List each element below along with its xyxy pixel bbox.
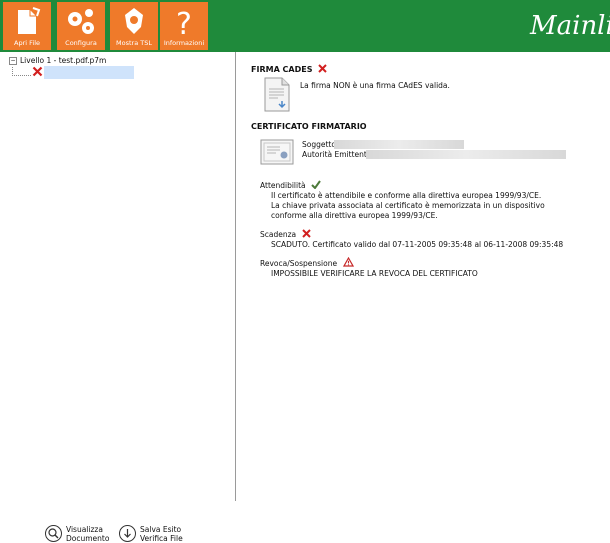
certificate-heading: CERTIFICATO FIRMATARIO (251, 122, 367, 131)
svg-text:?: ? (176, 7, 192, 38)
signature-heading-text: FIRMA CADES (251, 65, 313, 74)
redacted-selection (44, 66, 134, 79)
tree-root-label: Livello 1 - test.pdf.p7m (20, 56, 107, 65)
view-document-line2: Documento (66, 534, 110, 543)
checkmark-icon (311, 180, 321, 190)
tree-child-node[interactable] (32, 66, 43, 79)
save-result-line2: Verifica File (140, 534, 183, 543)
signature-message: La firma NON è una firma CAdES valida. (300, 81, 450, 90)
reliability-line1: Il certificato è attendibile e conforme … (271, 191, 542, 200)
tree-root-node[interactable]: − Livello 1 - test.pdf.p7m (9, 56, 106, 65)
tsl-icon (125, 8, 143, 34)
invalid-x-icon (301, 229, 311, 238)
invalid-x-icon (318, 64, 327, 73)
reliability-line3: conforme alla direttiva europea 1999/93/… (271, 211, 438, 220)
reliability-heading-text: Attendibilità (260, 181, 306, 190)
view-document-line1: Visualizza (66, 525, 103, 534)
invalid-x-icon (32, 66, 43, 77)
expiry-message: SCADUTO. Certificato valido dal 07-11-20… (271, 240, 564, 249)
configure-button[interactable]: Configura (57, 2, 105, 50)
reliability-heading: Attendibilità (260, 180, 321, 190)
redacted-subject (334, 140, 464, 149)
revocation-heading-text: Revoca/Sospensione (260, 259, 338, 268)
subject-label: Soggetto: (302, 140, 339, 149)
information-label: Informazioni (163, 39, 205, 47)
open-file-icon (18, 7, 41, 34)
magnifier-icon (45, 525, 62, 542)
gears-icon (68, 9, 94, 34)
open-file-label: Apri File (14, 39, 40, 47)
document-tree-panel: − Livello 1 - test.pdf.p7m Visualizza Doc… (0, 52, 236, 543)
warning-triangle-icon (342, 256, 354, 267)
open-file-button[interactable]: Apri File (3, 2, 51, 50)
brand-logo: Mainlin (530, 11, 610, 41)
reliability-line2: La chiave privata associata al certifica… (271, 201, 545, 210)
verification-details: FIRMA CADES La firma NON è una firma CAd… (236, 52, 610, 501)
save-result-line1: Salva Esito (140, 525, 182, 534)
information-button[interactable]: ? Informazioni (160, 2, 208, 50)
revocation-heading: Revoca/Sospensione (260, 256, 354, 268)
document-icon (264, 77, 290, 112)
download-arrow-icon (119, 525, 136, 542)
show-tsl-label: Mostra TSL (116, 39, 152, 47)
certificate-icon (260, 139, 294, 165)
expiry-heading: Scadenza (260, 229, 311, 239)
configure-label: Configura (65, 39, 97, 47)
issuer-label: Autorità Emittente: (302, 150, 374, 159)
redacted-issuer (366, 150, 566, 159)
expiry-heading-text: Scadenza (260, 230, 297, 239)
question-icon: ? (176, 7, 192, 38)
signature-heading: FIRMA CADES (251, 64, 327, 74)
tree-connector (12, 67, 31, 76)
collapse-icon[interactable]: − (9, 57, 17, 65)
show-tsl-button[interactable]: Mostra TSL (110, 2, 158, 50)
revocation-message: IMPOSSIBILE VERIFICARE LA REVOCA DEL CER… (271, 269, 478, 278)
top-toolbar: Apri File Configura Mostra TSL ? Informa… (0, 0, 610, 52)
